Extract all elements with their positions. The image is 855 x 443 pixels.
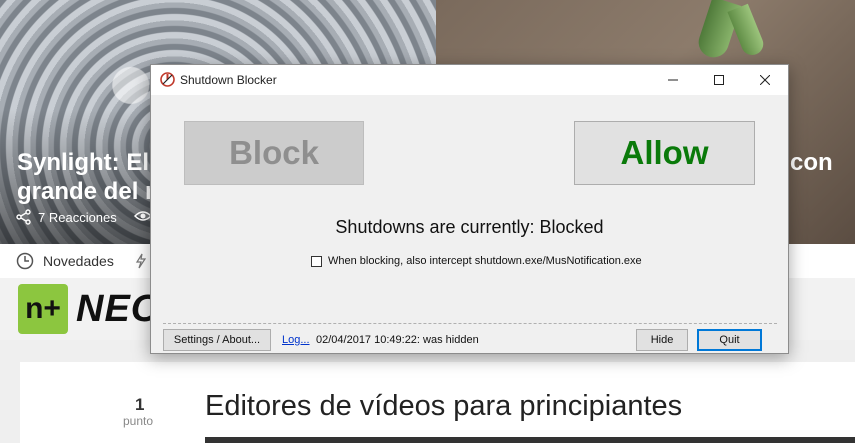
hero-right-title[interactable]: con [790, 148, 833, 177]
quit-button[interactable]: Quit [697, 329, 762, 351]
allow-button[interactable]: Allow [574, 121, 755, 185]
intercept-option-label[interactable]: When blocking, also intercept shutdown.e… [328, 255, 642, 267]
separator-line [163, 323, 777, 324]
minimize-icon [668, 79, 678, 81]
article-image-strip [205, 437, 855, 443]
window-title: Shutdown Blocker [180, 73, 277, 87]
close-icon [760, 75, 770, 85]
site-logo-badge[interactable]: n+ [18, 284, 68, 334]
vote-count: 1 [135, 395, 145, 414]
maximize-button[interactable] [696, 65, 742, 95]
intercept-option[interactable]: When blocking, also intercept shutdown.e… [311, 255, 642, 267]
vote-unit: punto [123, 414, 154, 428]
maximize-icon [714, 75, 724, 85]
block-button[interactable]: Block [184, 121, 364, 185]
hide-button[interactable]: Hide [636, 329, 688, 351]
hero-left-title[interactable]: Synlight: El grande del m [17, 148, 166, 206]
close-button[interactable] [742, 65, 788, 95]
minimize-button[interactable] [650, 65, 696, 95]
reactions-count[interactable]: 7 Reacciones [38, 210, 117, 225]
status-text: Shutdowns are currently: Blocked [335, 217, 604, 237]
shutdown-blocker-window: Shutdown Blocker Block Allow Shutdowns a… [150, 64, 789, 354]
clock-icon [16, 252, 34, 270]
article-title[interactable]: Editores de vídeos para principiantes [205, 390, 682, 423]
bolt-icon[interactable] [135, 253, 147, 269]
shutdown-app-icon [160, 72, 175, 87]
log-message: 02/04/2017 10:49:22: was hidden [316, 334, 479, 346]
hero-meta: 7 Reacciones [16, 209, 117, 225]
title-bar[interactable]: Shutdown Blocker [151, 65, 788, 95]
intercept-checkbox[interactable] [311, 255, 322, 267]
nav-item-novedades[interactable]: Novedades [43, 253, 114, 269]
log-link[interactable]: Log... [282, 334, 310, 346]
settings-about-button[interactable]: Settings / About... [163, 329, 271, 351]
share-icon[interactable] [16, 209, 32, 225]
site-logo-text[interactable]: NEO [76, 288, 161, 331]
